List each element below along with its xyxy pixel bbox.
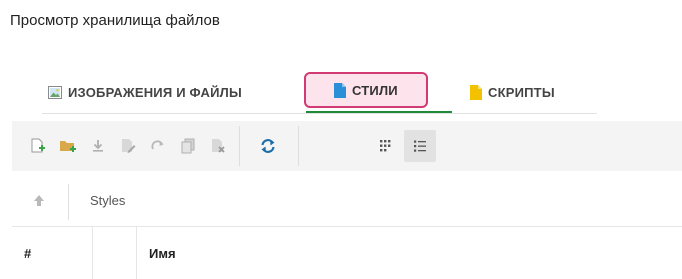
tab-label: СТИЛИ xyxy=(352,82,398,98)
column-header-name[interactable]: Имя xyxy=(149,227,176,279)
new-file-icon[interactable] xyxy=(26,134,50,158)
table-header: # Имя xyxy=(12,227,682,279)
list-view-icon[interactable] xyxy=(404,130,436,162)
download-icon[interactable] xyxy=(86,134,110,158)
current-path: Styles xyxy=(90,193,126,208)
grid-view-icon[interactable] xyxy=(373,134,397,158)
script-file-icon xyxy=(470,84,482,100)
redo-icon[interactable] xyxy=(146,134,170,158)
page-title: Просмотр хранилища файлов xyxy=(10,12,220,29)
up-arrow-icon[interactable] xyxy=(28,190,50,212)
delete-icon[interactable] xyxy=(206,134,230,158)
tab-bar: ИЗОБРАЖЕНИЯ И ФАЙЛЫ СТИЛИ СКРИПТЫ xyxy=(42,68,597,114)
refresh-icon[interactable] xyxy=(256,134,280,158)
tab-label: ИЗОБРАЖЕНИЯ И ФАЙЛЫ xyxy=(68,84,242,100)
column-divider xyxy=(136,227,137,279)
tab-styles[interactable]: СТИЛИ xyxy=(304,68,428,112)
toolbar xyxy=(12,121,682,171)
toolbar-separator xyxy=(298,126,299,166)
image-icon xyxy=(48,85,62,99)
path-bar: Styles xyxy=(12,178,682,227)
tabs-divider xyxy=(42,113,597,114)
new-folder-icon[interactable] xyxy=(56,134,80,158)
path-separator xyxy=(68,184,69,220)
tab-images-files[interactable]: ИЗОБРАЖЕНИЯ И ФАЙЛЫ xyxy=(48,70,242,114)
document-icon xyxy=(334,82,346,98)
tab-label: СКРИПТЫ xyxy=(488,84,555,100)
tab-scripts[interactable]: СКРИПТЫ xyxy=(470,70,555,114)
edit-icon[interactable] xyxy=(116,134,140,158)
column-divider xyxy=(92,227,93,279)
toolbar-separator xyxy=(239,126,240,166)
column-header-index[interactable]: # xyxy=(24,227,31,279)
copy-icon[interactable] xyxy=(176,134,200,158)
